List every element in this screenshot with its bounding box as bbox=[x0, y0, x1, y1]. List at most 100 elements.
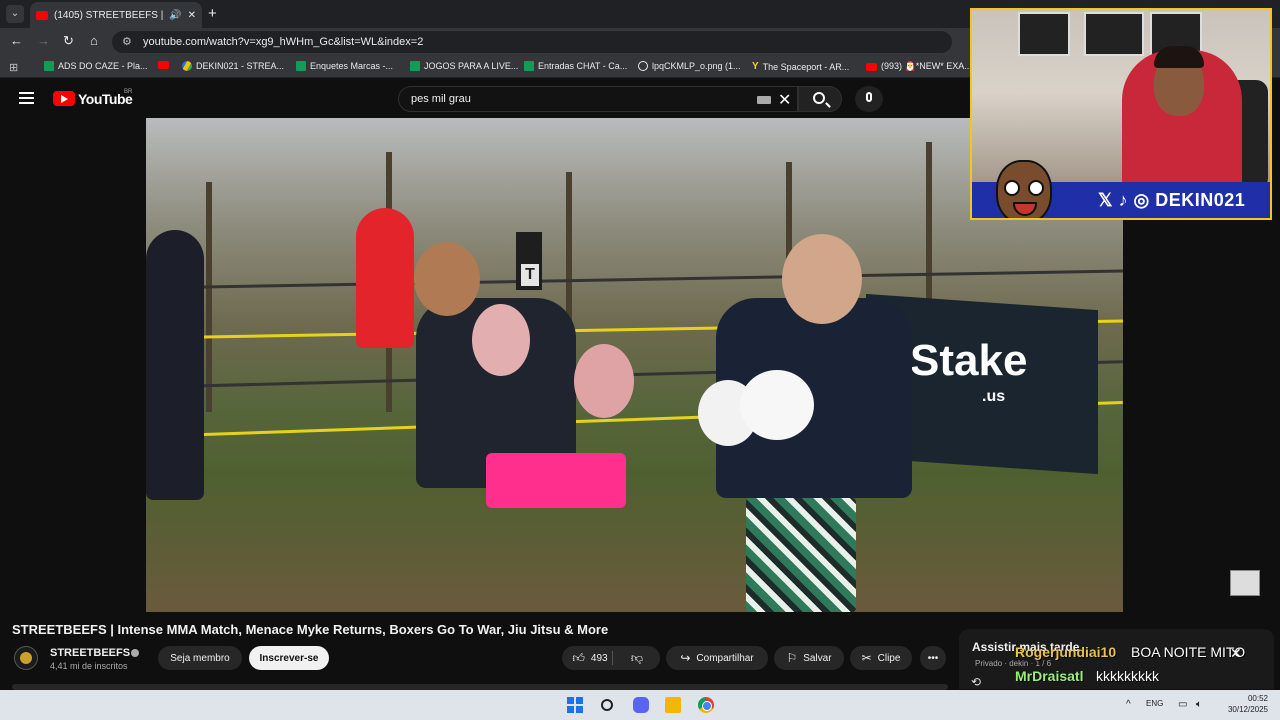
close-panel-icon[interactable]: ✕ bbox=[1230, 645, 1242, 662]
channel-name[interactable]: STREETBEEFS bbox=[50, 647, 130, 659]
like-divider bbox=[612, 651, 613, 665]
system-clock[interactable]: 00:52 30/12/2025 bbox=[1218, 693, 1268, 715]
volume-icon[interactable]: 🔈︎ bbox=[1196, 699, 1202, 710]
search-value[interactable]: pes mil grau bbox=[411, 93, 471, 105]
file-explorer-icon[interactable] bbox=[665, 697, 681, 713]
menu-icon[interactable] bbox=[19, 92, 34, 104]
sheet-icon bbox=[296, 61, 306, 71]
bookmark-item[interactable]: (993) 🎅*NEW* EXA... bbox=[866, 61, 972, 72]
input-language[interactable]: ENG bbox=[1146, 699, 1163, 708]
bookmark-item[interactable]: lpqCKMLP_o.png (1... bbox=[638, 61, 741, 71]
search-icon bbox=[813, 92, 825, 104]
spectator-red-hoodie bbox=[356, 208, 414, 348]
discord-icon[interactable] bbox=[633, 697, 649, 713]
scissors-icon: ✂ bbox=[861, 651, 872, 665]
wall-poster bbox=[1018, 12, 1070, 56]
streamer-mascot-icon bbox=[996, 160, 1052, 218]
screen: ⌄ (1405) STREETBEEFS | Intens 🔊 ✕ + ← → … bbox=[0, 0, 1280, 720]
corner-logo: T bbox=[521, 264, 539, 286]
wall-poster bbox=[1084, 12, 1144, 56]
social-handle-row: 𝕏 ♪ ◎ DEKIN021 bbox=[1098, 190, 1245, 211]
chat-username: Rogerjundiai10 bbox=[1015, 644, 1117, 660]
subscribe-button[interactable]: Inscrever-se bbox=[249, 646, 329, 670]
pink-glove bbox=[472, 304, 530, 376]
sheet-icon bbox=[524, 61, 534, 71]
youtube-icon bbox=[866, 62, 877, 71]
home-icon[interactable]: ⌂ bbox=[90, 33, 98, 48]
forward-icon[interactable]: → bbox=[37, 33, 50, 48]
streamer-webcam: 𝕏 ♪ ◎ DEKIN021 bbox=[970, 8, 1272, 220]
fighter-left-shorts bbox=[486, 453, 626, 508]
spaceport-icon: Y bbox=[752, 61, 759, 72]
ring-rope bbox=[146, 269, 1123, 290]
address-url[interactable]: youtube.com/watch?v=xg9_hWHm_Gc&list=WL&… bbox=[143, 36, 423, 48]
dislike-button[interactable]: 👎︎ bbox=[620, 646, 654, 670]
save-button[interactable]: ⚐ Salvar bbox=[774, 646, 844, 670]
playlist-subtitle: Privado · dekin · 1 / 6 bbox=[975, 659, 1052, 668]
bookmark-item[interactable]: Enquetes Marcas -... bbox=[296, 61, 393, 71]
pink-glove bbox=[574, 344, 634, 418]
globe-icon bbox=[638, 61, 648, 71]
address-bar[interactable]: ⚙ youtube.com/watch?v=xg9_hWHm_Gc&list=W… bbox=[112, 31, 952, 53]
back-icon[interactable]: ← bbox=[10, 33, 23, 48]
keyboard-icon[interactable] bbox=[757, 96, 771, 104]
verified-badge-icon bbox=[131, 649, 139, 657]
channel-avatar[interactable] bbox=[14, 646, 38, 670]
voice-search-button[interactable] bbox=[855, 86, 883, 112]
search-input[interactable]: pes mil grau ✕ bbox=[398, 86, 798, 112]
apps-grid-icon[interactable]: ⊞ bbox=[9, 61, 18, 74]
like-button[interactable]: 👍︎ 493 bbox=[566, 646, 614, 670]
region-code: BR bbox=[124, 89, 133, 95]
chrome-icon[interactable] bbox=[698, 697, 714, 713]
bookmark-item[interactable]: ADS DO CAZE - Pla... bbox=[44, 61, 148, 71]
bookmark-item[interactable] bbox=[158, 61, 169, 69]
mascot-eye bbox=[1004, 180, 1020, 196]
tab-search-chevron-icon[interactable]: ⌄ bbox=[6, 5, 24, 23]
bookmark-item[interactable]: JOGOS PARA A LIVE... bbox=[410, 61, 518, 71]
drive-icon bbox=[182, 61, 192, 71]
instagram-icon: ◎ bbox=[1133, 190, 1150, 210]
share-button[interactable]: ↪ Compartilhar bbox=[666, 646, 768, 670]
loop-icon[interactable]: ⟲ bbox=[971, 675, 981, 689]
fighter-right-head bbox=[782, 234, 862, 324]
clear-search-icon[interactable]: ✕ bbox=[778, 90, 791, 110]
sheet-icon bbox=[410, 61, 420, 71]
white-glove bbox=[740, 370, 814, 440]
network-icon[interactable]: ▭ bbox=[1178, 699, 1187, 710]
clock-date: 30/12/2025 bbox=[1227, 705, 1268, 714]
windows-start-icon[interactable] bbox=[567, 697, 583, 713]
subscriber-count: 4,41 mi de inscritos bbox=[50, 661, 128, 671]
sheet-icon bbox=[44, 61, 54, 71]
youtube-favicon-icon bbox=[36, 10, 48, 20]
bookmark-item[interactable]: Entradas CHAT - Ca... bbox=[524, 61, 627, 71]
taskbar-search-icon[interactable] bbox=[601, 699, 613, 711]
clip-button[interactable]: ✂ Clipe bbox=[850, 646, 912, 670]
fighter-right-pants bbox=[746, 498, 856, 612]
tiktok-icon: ♪ bbox=[1118, 190, 1129, 210]
tab-close-icon[interactable]: ✕ bbox=[188, 10, 196, 21]
site-info-icon[interactable]: ⚙ bbox=[122, 35, 132, 48]
sponsor-banner-sub: .us bbox=[982, 388, 1006, 405]
more-actions-button[interactable]: ••• bbox=[920, 646, 946, 670]
streamer-hair bbox=[1154, 46, 1204, 68]
chat-message: BOA NOITE MITO bbox=[1131, 644, 1246, 660]
mic-icon bbox=[866, 92, 872, 102]
browser-tab-active[interactable]: (1405) STREETBEEFS | Intens 🔊 ✕ bbox=[30, 2, 202, 28]
tray-chevron-icon[interactable]: ^ bbox=[1126, 699, 1131, 710]
mascot-eye bbox=[1028, 180, 1044, 196]
join-button[interactable]: Seja membro bbox=[158, 646, 242, 670]
spectator bbox=[146, 230, 204, 500]
more-icon: ••• bbox=[927, 652, 939, 664]
bookmark-item[interactable]: Y The Spaceport - AR... bbox=[752, 61, 849, 72]
social-handle: DEKIN021 bbox=[1155, 190, 1246, 210]
youtube-logo-icon[interactable] bbox=[53, 91, 75, 106]
search-button[interactable] bbox=[798, 86, 842, 112]
new-tab-icon[interactable]: + bbox=[208, 5, 217, 22]
tab-title: (1405) STREETBEEFS | Intens bbox=[54, 9, 164, 21]
bookmark-icon: ⚐ bbox=[786, 651, 798, 665]
sponsor-banner-text: Stake bbox=[910, 336, 1028, 385]
reload-icon[interactable]: ↻ bbox=[63, 33, 74, 49]
speaker-icon[interactable]: 🔊 bbox=[169, 10, 181, 21]
tree-trunk bbox=[206, 182, 212, 412]
bookmark-item[interactable]: DEKIN021 - STREA... bbox=[182, 61, 284, 71]
